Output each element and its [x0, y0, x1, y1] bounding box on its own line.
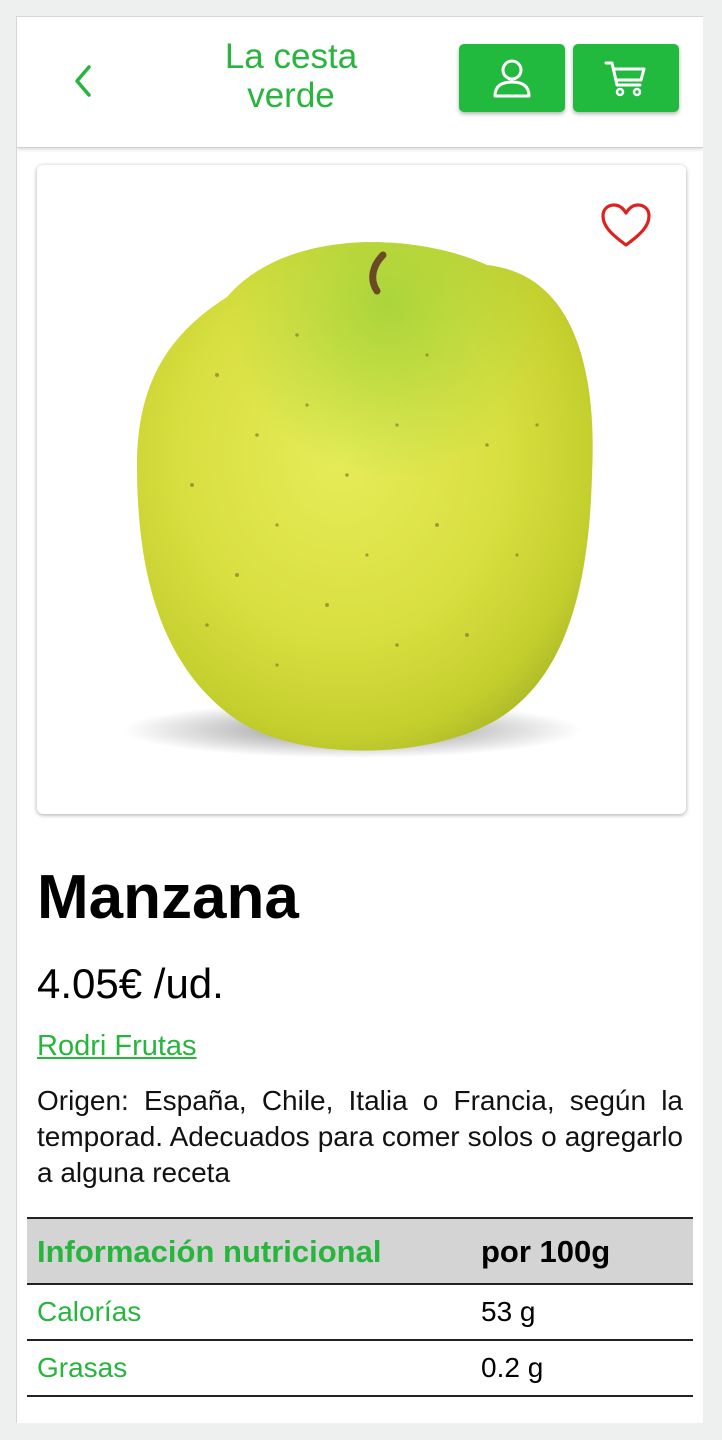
- nutrition-header-label: Información nutricional: [27, 1217, 471, 1285]
- cart-icon: [604, 61, 646, 97]
- nutrient-label: Calorías: [27, 1284, 471, 1341]
- nutrition-table: Información nutricional por 100g Caloría…: [27, 1217, 693, 1397]
- account-button[interactable]: [459, 44, 565, 112]
- product-image: [122, 242, 593, 758]
- table-row: Grasas 0.2 g: [27, 1340, 693, 1397]
- nutrition-header-row: Información nutricional por 100g: [27, 1217, 693, 1285]
- top-bar: La cesta verde: [17, 17, 703, 148]
- app-frame: La cesta verde Manzana 4.05€ /ud. Rodri …: [16, 16, 703, 1423]
- back-button[interactable]: [61, 57, 105, 105]
- nutrient-label: Grasas: [27, 1340, 471, 1397]
- product-name: Manzana: [37, 863, 299, 932]
- nutrition-header-unit: por 100g: [471, 1217, 693, 1285]
- cart-button[interactable]: [573, 44, 679, 112]
- user-icon: [493, 59, 531, 98]
- product-price: 4.05€ /ud.: [37, 960, 224, 1007]
- favorite-button[interactable]: [599, 201, 653, 251]
- table-row: Calorías 53 g: [27, 1284, 693, 1341]
- product-image-card: [37, 165, 686, 814]
- nutrient-value: 0.2 g: [471, 1340, 693, 1397]
- nutrient-value: 53 g: [471, 1284, 693, 1341]
- chevron-left-icon: [75, 65, 91, 97]
- product-description: Origen: España, Chile, Italia o Francia,…: [37, 1085, 683, 1188]
- seller-link[interactable]: Rodri Frutas: [37, 1029, 197, 1063]
- app-title: La cesta verde: [224, 37, 358, 115]
- heart-icon: [601, 203, 651, 247]
